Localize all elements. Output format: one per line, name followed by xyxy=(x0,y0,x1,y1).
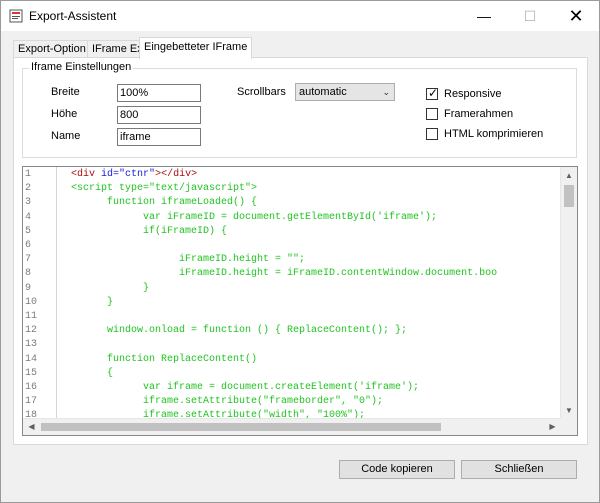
window-title: Export-Assistent xyxy=(29,9,117,23)
compress-html-label: HTML komprimieren xyxy=(444,128,544,140)
line-number: 5 xyxy=(25,225,32,237)
iframe-settings-group: Iframe Einstellungen Breite Höhe Name Sc… xyxy=(22,61,577,158)
line-number: 9 xyxy=(25,282,32,294)
code-line: iFrameID.height = iFrameID.contentWindow… xyxy=(59,268,498,280)
line-number: 3 xyxy=(25,197,32,209)
line-number: 7 xyxy=(25,254,32,266)
code-line: } xyxy=(59,282,150,294)
line-number: 11 xyxy=(25,311,38,322)
vertical-scroll-thumb[interactable] xyxy=(564,185,574,207)
html-attribute-value: "ctnr" xyxy=(119,169,156,180)
code-line: function ReplaceContent() xyxy=(59,353,258,365)
height-label: Höhe xyxy=(51,108,78,120)
scroll-left-icon[interactable]: ◀ xyxy=(23,419,40,435)
code-line: iFrameID.height = ""; xyxy=(59,254,306,266)
code-line: var iFrameID = document.getElementById('… xyxy=(59,211,438,223)
frame-border-checkbox[interactable] xyxy=(426,108,438,120)
copy-code-button[interactable]: Code kopieren xyxy=(339,460,455,479)
compress-html-checkbox[interactable] xyxy=(426,128,438,140)
line-number: 15 xyxy=(25,367,38,379)
line-number: 2 xyxy=(25,183,32,195)
height-field[interactable] xyxy=(117,106,201,124)
line-number-gutter: 12345678910111213141516171819 xyxy=(23,167,57,435)
line-number: 12 xyxy=(25,325,38,337)
export-assistant-window: Export-Assistent — ☐ ✕ Export-Option IFr… xyxy=(0,0,600,503)
code-line: iframe.setAttribute("frameborder", "0"); xyxy=(59,396,384,408)
tab-embedded-iframe[interactable]: Eingebetteter IFrame xyxy=(139,37,253,59)
name-field[interactable] xyxy=(117,128,201,146)
line-number: 8 xyxy=(25,268,32,280)
html-tag: <div xyxy=(71,169,102,180)
scrollbars-value: automatic xyxy=(299,86,347,98)
code-line: } xyxy=(59,296,114,308)
close-button[interactable]: Schließen xyxy=(461,460,577,479)
horizontal-scroll-thumb[interactable] xyxy=(41,423,441,431)
html-tag: ></div> xyxy=(155,169,198,180)
code-editor[interactable]: 12345678910111213141516171819 <div id="c… xyxy=(22,166,578,436)
width-label: Breite xyxy=(51,86,80,98)
scroll-down-icon[interactable]: ▼ xyxy=(561,402,577,419)
responsive-checkbox[interactable]: ✓ xyxy=(426,86,439,100)
line-number: 10 xyxy=(25,296,38,308)
line-number: 16 xyxy=(25,382,38,393)
code-line: <div id="ctnr"></div> xyxy=(59,169,197,180)
name-label: Name xyxy=(51,130,81,142)
group-title: Iframe Einstellungen xyxy=(29,61,134,73)
title-bar[interactable]: Export-Assistent — ☐ ✕ xyxy=(1,1,599,31)
tab-export-option[interactable]: Export-Option xyxy=(13,40,91,58)
vertical-scrollbar[interactable]: ▲ ▼ xyxy=(560,167,577,419)
code-line: window.onload = function () { ReplaceCon… xyxy=(59,325,408,337)
scroll-right-icon[interactable]: ▶ xyxy=(544,419,561,435)
code-line: var iframe = document.createElement('ifr… xyxy=(59,382,420,393)
maximize-button[interactable]: ☐ xyxy=(507,1,553,31)
tab-panel-embedded-iframe: Iframe Einstellungen Breite Höhe Name Sc… xyxy=(13,57,588,445)
line-number: 6 xyxy=(25,240,32,251)
scrollbars-select[interactable]: automatic ⌄ xyxy=(295,83,395,101)
line-number: 4 xyxy=(25,211,32,223)
line-number: 14 xyxy=(25,353,38,365)
html-attribute: id= xyxy=(101,169,120,180)
line-number: 13 xyxy=(25,339,38,351)
code-line: <script type="text/javascript"> xyxy=(59,183,258,195)
checkmark-icon: ✓ xyxy=(428,86,439,100)
close-window-button[interactable]: ✕ xyxy=(553,1,599,31)
minimize-button[interactable]: — xyxy=(461,1,507,31)
code-line: { xyxy=(59,367,114,379)
responsive-label: Responsive xyxy=(444,88,502,100)
line-number: 1 xyxy=(25,169,32,180)
scroll-up-icon[interactable]: ▲ xyxy=(561,167,577,184)
width-field[interactable] xyxy=(117,84,201,102)
app-icon xyxy=(9,9,23,23)
frame-border-label: Framerahmen xyxy=(444,108,514,120)
line-number: 17 xyxy=(25,396,38,408)
scrollbar-corner xyxy=(560,418,577,435)
chevron-down-icon: ⌄ xyxy=(382,87,390,97)
code-line: if(iFrameID) { xyxy=(59,225,228,237)
code-line: function iframeLoaded() { xyxy=(59,197,258,209)
scrollbars-label: Scrollbars xyxy=(237,86,286,98)
horizontal-scrollbar[interactable]: ◀ ▶ xyxy=(23,418,561,435)
